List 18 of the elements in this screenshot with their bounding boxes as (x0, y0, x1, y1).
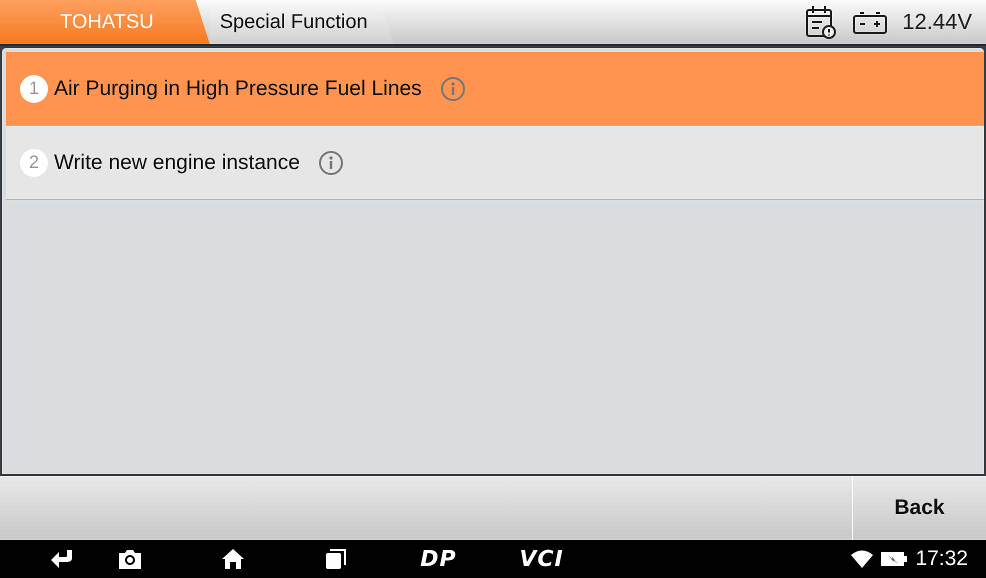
battery-charging-icon (881, 551, 908, 567)
battery-icon (852, 9, 888, 35)
dp-logo[interactable]: DP (420, 546, 457, 572)
function-item[interactable]: 2 Write new engine instance (6, 126, 984, 200)
clock-time: 17:32 (915, 547, 968, 571)
function-item[interactable]: 1 Air Purging in High Pressure Fuel Lines (6, 52, 984, 126)
vci-logo[interactable]: VCI (519, 546, 564, 572)
wifi-icon (851, 550, 874, 568)
camera-icon[interactable] (118, 548, 142, 570)
function-label: Write new engine instance (54, 150, 300, 174)
function-label: Air Purging in High Pressure Fuel Lines (54, 76, 422, 100)
info-icon[interactable] (318, 150, 344, 176)
voltage-reading: 12.44V (902, 9, 972, 35)
home-icon[interactable] (220, 548, 244, 570)
recent-apps-icon[interactable] (324, 548, 346, 570)
item-number: 1 (20, 74, 48, 102)
calendar-alert-icon[interactable] (804, 4, 838, 40)
item-number: 2 (20, 148, 48, 176)
